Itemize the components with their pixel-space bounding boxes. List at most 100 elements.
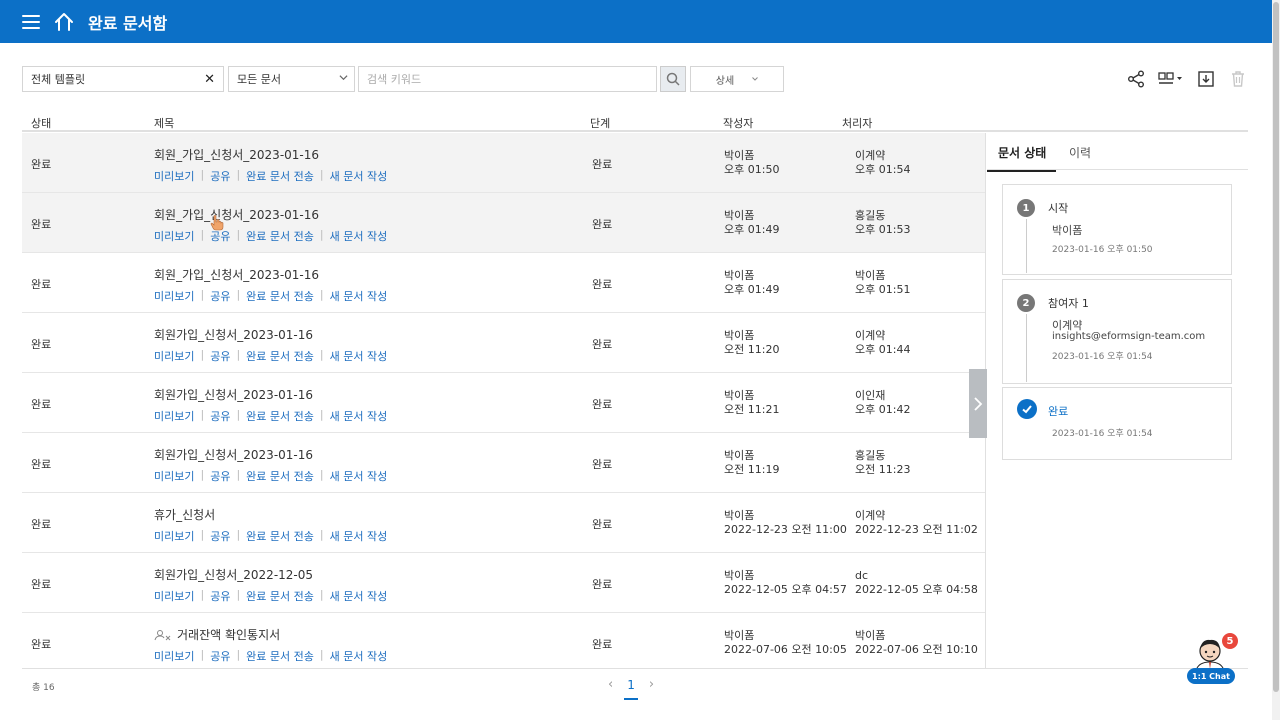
preview-link[interactable]: 미리보기 <box>154 288 194 304</box>
preview-link[interactable]: 미리보기 <box>154 228 194 244</box>
author-time: 오후 01:50 <box>724 163 780 176</box>
detail-search-button[interactable]: 상세 <box>690 66 784 92</box>
author-time: 오후 01:49 <box>724 223 780 236</box>
new-document-link[interactable]: 새 문서 작성 <box>330 228 388 244</box>
column-header-author[interactable]: 작성자 <box>723 115 753 131</box>
row-title-text[interactable]: 거래잔액 확인통지서 <box>177 626 280 643</box>
send-completed-link[interactable]: 완료 문서 전송 <box>246 168 314 184</box>
share-link[interactable]: 공유 <box>210 588 230 604</box>
share-link[interactable]: 공유 <box>210 408 230 424</box>
send-completed-link[interactable]: 완료 문서 전송 <box>246 588 314 604</box>
row-title[interactable]: 회원_가입_신청서_2023-01-16 <box>154 146 319 163</box>
trash-icon[interactable] <box>1228 69 1248 89</box>
new-document-link[interactable]: 새 문서 작성 <box>330 288 388 304</box>
share-link[interactable]: 공유 <box>210 648 230 664</box>
doc-type-select[interactable]: 모든 문서 <box>228 66 355 92</box>
prev-page-icon[interactable]: ‹ <box>608 677 613 692</box>
send-completed-link[interactable]: 완료 문서 전송 <box>246 348 314 364</box>
tab-document-status[interactable]: 문서 상태 <box>986 144 1057 172</box>
new-document-link[interactable]: 새 문서 작성 <box>330 648 388 664</box>
preview-link[interactable]: 미리보기 <box>154 168 194 184</box>
table-row[interactable]: 완료 회원가입_신청서_2023-01-16 미리보기 | 공유 | 완료 문서 전송 | 새 … <box>22 373 985 433</box>
table-row[interactable]: 완료 회원_가입_신청서_2023-01-16 미리보기 | 공유 | 완료 문서 전송 | 새… <box>22 133 985 193</box>
preview-link[interactable]: 미리보기 <box>154 648 194 664</box>
home-icon[interactable] <box>54 12 74 32</box>
chat-widget[interactable]: 5 1:1 Chat <box>1186 633 1238 685</box>
preview-link[interactable]: 미리보기 <box>154 408 194 424</box>
send-completed-link[interactable]: 완료 문서 전송 <box>246 528 314 544</box>
table-row[interactable]: 완료 회원가입_신청서_2022-12-05 미리보기 | 공유 | 완료 문서 전송 | 새 … <box>22 553 985 613</box>
hamburger-menu-icon[interactable] <box>22 14 40 29</box>
share-link[interactable]: 공유 <box>210 468 230 484</box>
row-title[interactable]: 회원가입_신청서_2023-01-16 <box>154 446 313 463</box>
send-completed-link[interactable]: 완료 문서 전송 <box>246 468 314 484</box>
row-title-text[interactable]: 회원가입_신청서_2023-01-16 <box>154 446 313 463</box>
send-completed-link[interactable]: 완료 문서 전송 <box>246 408 314 424</box>
row-title[interactable]: 회원_가입_신청서_2023-01-16 <box>154 206 319 223</box>
row-title[interactable]: 회원_가입_신청서_2023-01-16 <box>154 266 319 283</box>
doc-type-value: 모든 문서 <box>237 73 281 86</box>
template-filter[interactable]: 전체 템플릿 ✕ <box>22 66 224 92</box>
column-header-stage[interactable]: 단계 <box>590 115 610 131</box>
handler-time: 오후 01:54 <box>855 163 911 176</box>
share-link[interactable]: 공유 <box>210 348 230 364</box>
row-handler: 박이폼 2022-07-06 오전 10:10 <box>855 629 978 657</box>
row-title[interactable]: 거래잔액 확인통지서 <box>154 626 280 643</box>
table-row[interactable]: 완료 회원가입_신청서_2023-01-16 미리보기 | 공유 | 완료 문서 전송 | 새 … <box>22 313 985 373</box>
author-name: 박이폼 <box>724 509 755 522</box>
share-link[interactable]: 공유 <box>210 528 230 544</box>
table-row[interactable]: 완료 회원_가입_신청서_2023-01-16 미리보기 | 공유 | 완료 문서 전송 | 새… <box>22 193 985 253</box>
preview-link[interactable]: 미리보기 <box>154 528 194 544</box>
search-input[interactable]: 검색 키워드 <box>358 66 657 92</box>
row-title[interactable]: 회원가입_신청서_2023-01-16 <box>154 326 313 343</box>
tab-history[interactable]: 이력 <box>1069 144 1091 161</box>
preview-link[interactable]: 미리보기 <box>154 468 194 484</box>
table-row[interactable]: 완료 거래잔액 확인통지서 미리보기 | 공유 | 완료 문서 전송 | 새 문서 작성 완료 박이… <box>22 613 985 668</box>
new-document-link[interactable]: 새 문서 작성 <box>330 588 388 604</box>
row-title-text[interactable]: 회원_가입_신청서_2023-01-16 <box>154 266 319 283</box>
table-row[interactable]: 완료 회원_가입_신청서_2023-01-16 미리보기 | 공유 | 완료 문서 전송 | 새… <box>22 253 985 313</box>
row-title-text[interactable]: 회원가입_신청서_2023-01-16 <box>154 326 313 343</box>
page-number[interactable]: 1 <box>624 678 638 700</box>
next-page-icon[interactable]: › <box>649 677 654 692</box>
download-icon[interactable] <box>1196 69 1216 89</box>
link-separator: | <box>319 588 324 601</box>
table-row[interactable]: 완료 회원가입_신청서_2023-01-16 미리보기 | 공유 | 완료 문서 전송 | 새 … <box>22 433 985 493</box>
preview-link[interactable]: 미리보기 <box>154 588 194 604</box>
row-title-text[interactable]: 회원_가입_신청서_2023-01-16 <box>154 146 319 163</box>
row-title-text[interactable]: 회원_가입_신청서_2023-01-16 <box>154 206 319 223</box>
column-settings-icon[interactable] <box>1158 69 1184 89</box>
send-completed-link[interactable]: 완료 문서 전송 <box>246 228 314 244</box>
table-row[interactable]: 완료 휴가_신청서 미리보기 | 공유 | 완료 문서 전송 | 새 문서 작성 완료 박이폼 202… <box>22 493 985 553</box>
row-title[interactable]: 회원가입_신청서_2022-12-05 <box>154 566 313 583</box>
share-link[interactable]: 공유 <box>210 288 230 304</box>
new-document-link[interactable]: 새 문서 작성 <box>330 468 388 484</box>
send-completed-link[interactable]: 완료 문서 전송 <box>246 648 314 664</box>
row-title[interactable]: 회원가입_신청서_2023-01-16 <box>154 386 313 403</box>
share-link[interactable]: 공유 <box>210 168 230 184</box>
column-header-status[interactable]: 상태 <box>31 115 51 131</box>
column-header-title[interactable]: 제목 <box>154 115 174 131</box>
window-scrollbar-thumb[interactable] <box>1273 2 1279 692</box>
search-button[interactable] <box>660 66 686 92</box>
row-title[interactable]: 휴가_신청서 <box>154 506 215 523</box>
row-actions: 미리보기 | 공유 | 완료 문서 전송 | 새 문서 작성 <box>154 348 387 364</box>
share-icon[interactable] <box>1126 69 1146 89</box>
row-title-text[interactable]: 회원가입_신청서_2023-01-16 <box>154 386 313 403</box>
clear-icon[interactable]: ✕ <box>204 72 215 87</box>
window-scrollbar[interactable] <box>1272 0 1280 720</box>
column-header-handler[interactable]: 처리자 <box>842 115 872 131</box>
step-time: 2023-01-16 오후 01:50 <box>1052 245 1153 255</box>
row-title-text[interactable]: 회원가입_신청서_2022-12-05 <box>154 566 313 583</box>
new-document-link[interactable]: 새 문서 작성 <box>330 348 388 364</box>
new-document-link[interactable]: 새 문서 작성 <box>330 168 388 184</box>
new-document-link[interactable]: 새 문서 작성 <box>330 528 388 544</box>
row-title-text[interactable]: 휴가_신청서 <box>154 506 215 523</box>
panel-toggle-button[interactable] <box>969 369 987 438</box>
send-completed-link[interactable]: 완료 문서 전송 <box>246 288 314 304</box>
row-actions: 미리보기 | 공유 | 완료 문서 전송 | 새 문서 작성 <box>154 468 387 484</box>
preview-link[interactable]: 미리보기 <box>154 348 194 364</box>
new-document-link[interactable]: 새 문서 작성 <box>330 408 388 424</box>
row-author: 박이폼 오전 11:19 <box>724 449 779 477</box>
handler-time: 오후 01:44 <box>855 343 911 356</box>
